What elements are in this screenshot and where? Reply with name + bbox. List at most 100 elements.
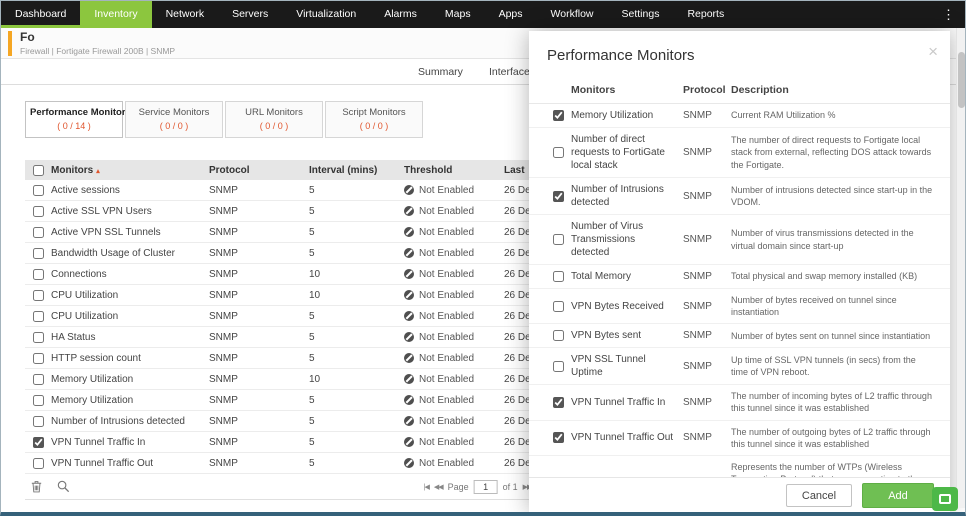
- modal-table-body: Memory UtilizationSNMPCurrent RAM Utiliz…: [529, 104, 950, 478]
- prev-page-icon[interactable]: ◀◀: [434, 483, 443, 491]
- modal-table-row: Total MemorySNMPTotal physical and swap …: [529, 265, 950, 289]
- column-header-threshold[interactable]: Threshold: [404, 165, 504, 176]
- first-page-icon[interactable]: |◀: [424, 483, 429, 491]
- row-checkbox-cell: [25, 311, 51, 322]
- monitor-name: HA Status: [51, 332, 209, 343]
- modal-column-description: Description: [727, 84, 934, 96]
- modal-row-checkbox[interactable]: [553, 234, 564, 245]
- nav-item-servers[interactable]: Servers: [218, 1, 282, 28]
- row-checkbox[interactable]: [33, 437, 44, 448]
- row-checkbox-cell: [25, 374, 51, 385]
- modal-monitor-description: The number of outgoing bytes of L2 traff…: [727, 426, 934, 450]
- modal-monitor-description: Number of bytes sent on tunnel since ins…: [727, 330, 934, 342]
- threshold-cell: Not Enabled: [404, 416, 504, 427]
- modal-row-checkbox-cell: [545, 432, 571, 443]
- row-checkbox[interactable]: [33, 248, 44, 259]
- modal-row-checkbox[interactable]: [553, 147, 564, 158]
- monitor-interval: 5: [309, 206, 404, 217]
- delete-icon[interactable]: [29, 479, 44, 494]
- modal-row-checkbox[interactable]: [553, 330, 564, 341]
- monitor-tab-label: Script Monitors: [330, 107, 418, 118]
- modal-row-checkbox-cell: [545, 397, 571, 408]
- monitor-tab[interactable]: Performance Monitors( 0 / 14 ): [25, 101, 123, 138]
- modal-row-checkbox[interactable]: [553, 397, 564, 408]
- row-checkbox[interactable]: [33, 290, 44, 301]
- threshold-cell: Not Enabled: [404, 248, 504, 259]
- modal-monitor-protocol: SNMP: [683, 397, 727, 408]
- modal-title: Performance Monitors: [529, 31, 950, 76]
- monitor-tab[interactable]: Service Monitors( 0 / 0 ): [125, 101, 223, 138]
- nav-item-inventory[interactable]: Inventory: [80, 1, 151, 28]
- modal-monitor-description: The number of incoming bytes of L2 traff…: [727, 390, 934, 414]
- vertical-scrollbar[interactable]: [956, 28, 965, 508]
- modal-monitor-name: VPN Tunnel Traffic In: [571, 396, 683, 409]
- cancel-button[interactable]: Cancel: [786, 484, 852, 507]
- modal-row-checkbox-cell: [545, 147, 571, 158]
- monitor-interval: 5: [309, 332, 404, 343]
- modal-row-checkbox[interactable]: [553, 361, 564, 372]
- monitor-name: Memory Utilization: [51, 374, 209, 385]
- row-checkbox[interactable]: [33, 227, 44, 238]
- monitor-name: Bandwidth Usage of Cluster: [51, 248, 209, 259]
- row-checkbox[interactable]: [33, 395, 44, 406]
- monitor-interval: 5: [309, 227, 404, 238]
- row-checkbox[interactable]: [33, 311, 44, 322]
- monitor-tab-label: Service Monitors: [130, 107, 218, 118]
- modal-row-checkbox[interactable]: [553, 191, 564, 202]
- threshold-cell: Not Enabled: [404, 458, 504, 469]
- row-checkbox[interactable]: [33, 269, 44, 280]
- nav-item-workflow[interactable]: Workflow: [537, 1, 608, 28]
- feedback-widget-icon[interactable]: [932, 487, 958, 511]
- threshold-status: Not Enabled: [419, 458, 474, 469]
- monitor-name: Active sessions: [51, 185, 209, 196]
- page-number-input[interactable]: [474, 480, 498, 494]
- nav-item-virtualization[interactable]: Virtualization: [282, 1, 370, 28]
- monitor-tab[interactable]: URL Monitors( 0 / 0 ): [225, 101, 323, 138]
- row-checkbox[interactable]: [33, 332, 44, 343]
- nav-item-apps[interactable]: Apps: [485, 1, 537, 28]
- monitor-protocol: SNMP: [209, 416, 309, 427]
- threshold-cell: Not Enabled: [404, 311, 504, 322]
- tab-summary[interactable]: Summary: [405, 59, 476, 84]
- modal-row-checkbox[interactable]: [553, 301, 564, 312]
- add-button[interactable]: Add: [862, 483, 934, 508]
- monitor-protocol: SNMP: [209, 248, 309, 259]
- column-header-monitors[interactable]: Monitors▴: [51, 165, 209, 176]
- modal-header-row: Monitors Protocol Description: [529, 76, 950, 104]
- row-checkbox-cell: [25, 437, 51, 448]
- monitor-tab-label: URL Monitors: [230, 107, 318, 118]
- nav-item-dashboard[interactable]: Dashboard: [1, 1, 80, 28]
- nav-item-reports[interactable]: Reports: [673, 1, 738, 28]
- modal-row-checkbox[interactable]: [553, 432, 564, 443]
- kebab-menu-icon[interactable]: ⋮: [932, 1, 965, 28]
- nav-item-maps[interactable]: Maps: [431, 1, 485, 28]
- row-checkbox[interactable]: [33, 206, 44, 217]
- monitor-protocol: SNMP: [209, 227, 309, 238]
- threshold-status: Not Enabled: [419, 227, 474, 238]
- row-checkbox[interactable]: [33, 353, 44, 364]
- column-header-monitors-label: Monitors: [51, 165, 93, 176]
- column-header-protocol[interactable]: Protocol: [209, 165, 309, 176]
- modal-column-protocol: Protocol: [683, 84, 727, 96]
- row-checkbox[interactable]: [33, 416, 44, 427]
- search-icon[interactable]: [56, 479, 71, 494]
- modal-row-checkbox[interactable]: [553, 110, 564, 121]
- threshold-cell: Not Enabled: [404, 290, 504, 301]
- modal-row-checkbox[interactable]: [553, 271, 564, 282]
- modal-row-checkbox-cell: [545, 110, 571, 121]
- modal-table-row: VPN Tunnel Traffic InSNMPThe number of i…: [529, 385, 950, 420]
- column-header-interval[interactable]: Interval (mins): [309, 165, 404, 176]
- threshold-cell: Not Enabled: [404, 206, 504, 217]
- scrollbar-thumb[interactable]: [958, 52, 965, 108]
- select-all-checkbox[interactable]: [33, 165, 44, 176]
- close-icon[interactable]: ×: [928, 43, 938, 60]
- row-checkbox[interactable]: [33, 458, 44, 469]
- threshold-status: Not Enabled: [419, 311, 474, 322]
- monitor-name: VPN Tunnel Traffic Out: [51, 458, 209, 469]
- nav-item-settings[interactable]: Settings: [608, 1, 674, 28]
- nav-item-network[interactable]: Network: [152, 1, 219, 28]
- monitor-tab[interactable]: Script Monitors( 0 / 0 ): [325, 101, 423, 138]
- nav-item-alarms[interactable]: Alarms: [370, 1, 431, 28]
- row-checkbox[interactable]: [33, 185, 44, 196]
- row-checkbox[interactable]: [33, 374, 44, 385]
